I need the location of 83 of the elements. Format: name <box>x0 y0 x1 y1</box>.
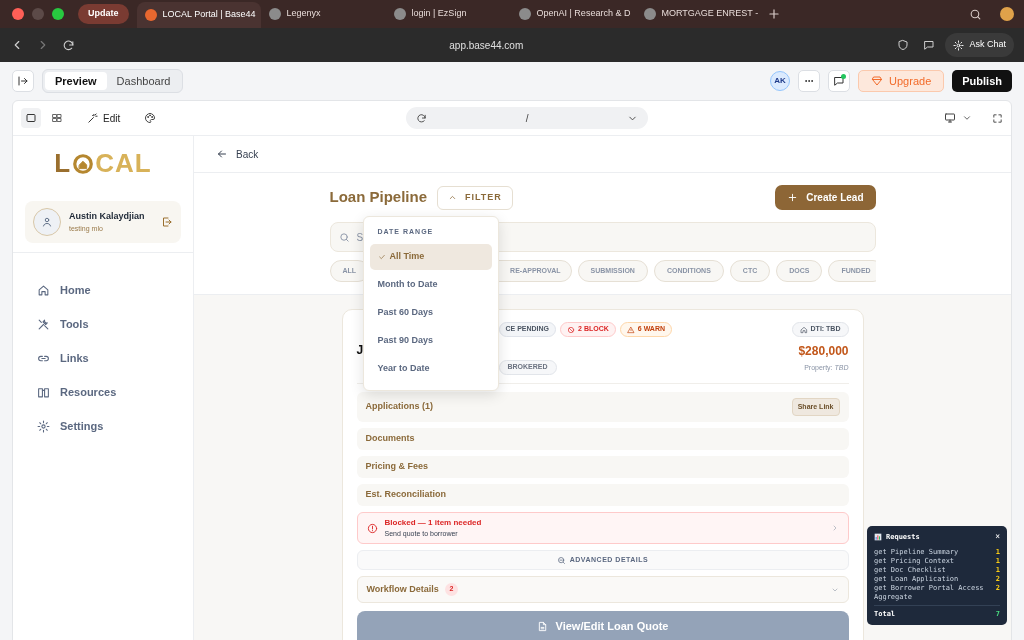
update-button[interactable]: Update <box>78 4 129 24</box>
browser-tab[interactable]: MORTGAGE ENREST - <box>635 1 761 27</box>
menu-option[interactable]: Past 90 Days <box>369 327 492 354</box>
section-row[interactable]: Pricing & Fees <box>356 456 849 478</box>
back-link[interactable]: Back <box>216 146 259 162</box>
nav-item[interactable]: Home <box>13 273 193 307</box>
chat-icon[interactable] <box>923 39 936 51</box>
panel-icon <box>25 112 37 124</box>
nav-item[interactable]: Resources <box>13 375 193 409</box>
logo: L CAL <box>53 147 153 180</box>
close-button[interactable]: × <box>995 533 1000 542</box>
browser-tab[interactable]: LOCAL Portal | Base44 <box>136 2 261 28</box>
chevron-down-icon[interactable] <box>962 113 972 123</box>
menu-option[interactable]: Past 60 Days <box>369 299 492 326</box>
section-row[interactable]: Documents <box>356 428 849 450</box>
view-tab[interactable]: Dashboard <box>106 72 181 90</box>
loan-amount: $280,000 <box>798 343 849 360</box>
reload-icon[interactable] <box>62 38 75 52</box>
menu-option[interactable]: Year to Date <box>369 355 492 382</box>
alert-title: Blocked — 1 item needed <box>384 516 483 529</box>
nav-item[interactable]: Tools <box>13 307 193 341</box>
browser-tab[interactable]: OpenAI | Research & D <box>510 1 636 27</box>
grid-icon <box>51 112 63 124</box>
layout-button[interactable] <box>21 108 41 128</box>
collapse-icon <box>17 75 29 87</box>
page-title: Loan Pipeline <box>329 187 427 208</box>
path-bar[interactable]: / <box>406 107 649 129</box>
filter-button[interactable]: FILTER <box>437 185 513 210</box>
window-control-icon[interactable] <box>12 8 24 20</box>
nav-item[interactable]: Links <box>13 341 193 375</box>
chevron-up-icon <box>448 193 457 202</box>
favicon-icon <box>643 8 656 20</box>
edit-button[interactable]: Edit <box>81 108 127 128</box>
check-icon <box>377 252 386 261</box>
arrow-left-icon <box>216 148 228 160</box>
section-row[interactable]: Est. Reconciliation <box>356 484 849 506</box>
reload-icon <box>416 112 428 124</box>
plus-icon <box>787 192 799 203</box>
warning-icon <box>626 325 635 334</box>
user-avatar[interactable]: AK <box>770 71 791 91</box>
home-icon <box>37 283 50 297</box>
create-lead-button[interactable]: Create Lead <box>775 185 876 210</box>
wand-icon <box>87 112 98 124</box>
menu-option[interactable]: Month to Date <box>369 271 492 298</box>
logout-icon[interactable] <box>161 216 173 228</box>
notification-button[interactable] <box>828 70 851 92</box>
favicon-icon <box>518 8 531 20</box>
browser-tab[interactable]: login | EzSign <box>385 1 511 27</box>
favicon-icon <box>144 9 157 21</box>
favicon-icon <box>268 8 281 20</box>
ask-chat-button[interactable]: Ask Chat <box>945 33 1014 57</box>
more-button[interactable] <box>798 70 821 92</box>
document-icon <box>536 620 548 632</box>
tools-icon <box>37 317 50 331</box>
monitor-icon[interactable] <box>944 112 956 124</box>
browser-tab[interactable]: Legenyx <box>260 1 386 27</box>
workflow-label: Workflow Details <box>366 582 439 596</box>
address-text[interactable]: app.base44.com <box>449 37 524 53</box>
search-icon[interactable] <box>969 7 982 21</box>
user-name: Austin Kalaydjian <box>69 210 146 223</box>
shield-icon[interactable] <box>897 39 910 51</box>
sparkle-icon <box>953 39 965 51</box>
view-tab[interactable]: Preview <box>45 72 107 90</box>
search-icon <box>338 232 350 243</box>
profile-avatar-icon[interactable] <box>1000 7 1014 21</box>
new-tab-icon[interactable] <box>766 7 781 21</box>
palette-icon <box>144 112 157 124</box>
feedback-icon <box>833 75 846 87</box>
chart-icon <box>874 533 882 542</box>
user-icon <box>41 216 53 228</box>
blocked-icon <box>567 325 576 334</box>
book-icon <box>37 385 50 399</box>
search-icon <box>556 555 566 565</box>
window-control-icon[interactable] <box>52 8 64 20</box>
gem-icon <box>871 75 884 87</box>
alert-icon <box>366 522 378 534</box>
favicon-icon <box>393 8 406 20</box>
fullscreen-icon[interactable] <box>992 112 1003 124</box>
menu-option[interactable]: All Time <box>369 243 492 270</box>
publish-button[interactable]: Publish <box>952 70 1012 92</box>
sidebar-toggle-button[interactable] <box>12 70 34 92</box>
house-icon <box>72 152 95 175</box>
nav-item[interactable]: Settings <box>13 409 193 443</box>
